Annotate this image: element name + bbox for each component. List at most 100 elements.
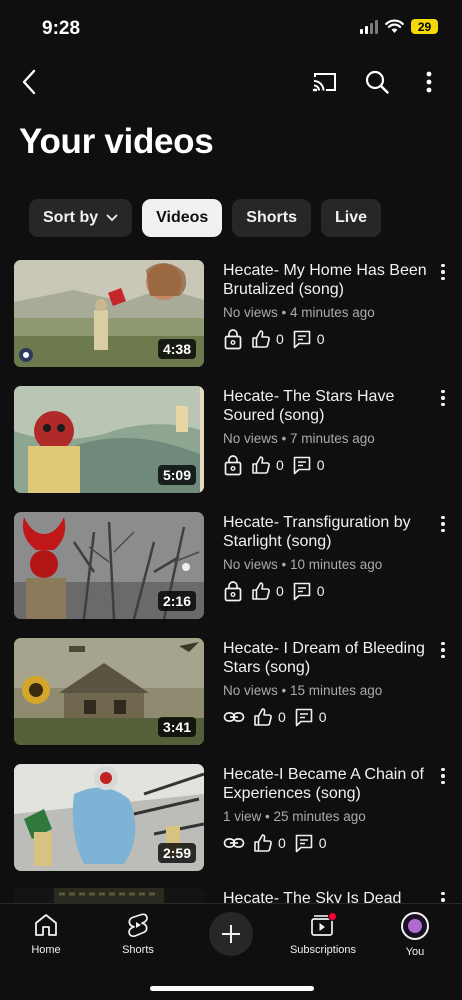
like-count-value: 0 — [278, 835, 286, 851]
app-bar — [0, 62, 462, 102]
shorts-chip[interactable]: Shorts — [232, 199, 311, 237]
link-icon — [223, 712, 245, 722]
like-count: 0 — [251, 455, 284, 475]
plus-icon — [222, 925, 240, 943]
like-count-value: 0 — [276, 331, 284, 347]
cast-icon — [312, 73, 336, 92]
video-duration: 5:09 — [157, 465, 196, 485]
video-thumbnail[interactable]: 3:41 — [14, 638, 204, 745]
video-stats: 0 0 — [223, 706, 327, 728]
shorts-icon — [128, 913, 148, 938]
video-more-button[interactable] — [434, 514, 452, 534]
nav-subscriptions[interactable]: Subscriptions — [278, 912, 368, 956]
like-count-value: 0 — [276, 457, 284, 473]
comment-count: 0 — [292, 455, 325, 475]
video-duration: 4:38 — [157, 339, 196, 359]
video-title[interactable]: Hecate- I Dream of Bleeding Stars (song) — [223, 639, 433, 677]
comment-count-value: 0 — [316, 457, 325, 473]
comment-count: 0 — [294, 833, 327, 853]
status-bar: 9:28 29 — [0, 0, 462, 58]
video-meta: No views • 15 minutes ago — [223, 683, 383, 698]
video-thumbnail[interactable]: 4:38 — [14, 260, 204, 367]
create-button[interactable] — [209, 912, 253, 956]
video-stats: 0 0 — [223, 832, 327, 854]
back-button[interactable] — [14, 62, 44, 102]
back-arrow-icon — [22, 69, 36, 95]
page-title: Your videos — [19, 122, 214, 161]
video-title[interactable]: Hecate- Transfiguration by Starlight (so… — [223, 513, 433, 551]
video-item[interactable]: 3:41 Hecate- I Dream of Bleeding Stars (… — [0, 638, 462, 746]
video-more-button[interactable] — [434, 388, 452, 408]
video-more-button[interactable] — [434, 640, 452, 660]
more-vertical-icon — [426, 71, 432, 93]
filter-chips: Sort by Videos Shorts Live — [29, 199, 381, 237]
videos-chip[interactable]: Videos — [142, 199, 223, 237]
video-duration: 2:59 — [157, 843, 196, 863]
video-duration: 3:41 — [157, 717, 196, 737]
video-thumbnail[interactable]: 2:16 — [14, 512, 204, 619]
video-thumbnail[interactable]: 2:59 — [14, 764, 204, 871]
like-count: 0 — [251, 581, 284, 601]
video-item[interactable]: 5:09 Hecate- The Stars Have Soured (song… — [0, 386, 462, 494]
battery-indicator: 29 — [411, 19, 438, 34]
bottom-navigation: Home Shorts Subscriptions You — [0, 903, 462, 1000]
video-meta: No views • 10 minutes ago — [223, 557, 383, 572]
video-item[interactable]: 2:16 Hecate- Transfiguration by Starligh… — [0, 512, 462, 620]
live-chip[interactable]: Live — [320, 199, 381, 237]
thumbs-up-icon — [254, 834, 272, 852]
home-icon — [35, 914, 57, 936]
video-title[interactable]: Hecate- The Stars Have Soured (song) — [223, 387, 433, 425]
comment-count-value: 0 — [318, 709, 327, 725]
video-stats: 0 0 — [223, 328, 325, 350]
comment-count-value: 0 — [316, 583, 325, 599]
like-count: 0 — [253, 833, 286, 853]
nav-you-label: You — [405, 946, 425, 958]
comment-icon — [293, 330, 311, 349]
video-meta: No views • 7 minutes ago — [223, 431, 375, 446]
link-icon — [223, 838, 245, 848]
like-count: 0 — [253, 707, 286, 727]
nav-shorts[interactable]: Shorts — [93, 912, 183, 956]
thumbs-up-icon — [252, 582, 270, 600]
video-meta: 1 view • 25 minutes ago — [223, 809, 366, 824]
video-item[interactable]: 4:38 Hecate- My Home Has Been Brutalized… — [0, 260, 462, 368]
sort-by-chip[interactable]: Sort by — [29, 199, 133, 237]
video-more-button[interactable] — [434, 262, 452, 282]
chip-label: Sort by — [43, 209, 99, 226]
comment-icon — [293, 582, 311, 601]
wifi-icon — [385, 19, 404, 33]
search-button[interactable] — [360, 62, 394, 102]
lock-icon — [224, 581, 242, 602]
comment-count: 0 — [294, 707, 327, 727]
video-title[interactable]: Hecate-I Became A Chain of Experiences (… — [223, 765, 433, 803]
search-icon — [365, 70, 389, 94]
avatar — [401, 912, 429, 940]
thumbs-up-icon — [254, 708, 272, 726]
like-count-value: 0 — [276, 583, 284, 599]
video-item[interactable]: 2:59 Hecate-I Became A Chain of Experien… — [0, 764, 462, 872]
nav-you[interactable]: You — [370, 912, 460, 958]
more-options-button[interactable] — [414, 62, 444, 102]
nav-home-label: Home — [31, 944, 61, 956]
like-count: 0 — [251, 329, 284, 349]
nav-home[interactable]: Home — [1, 912, 91, 956]
video-more-button[interactable] — [434, 766, 452, 786]
comment-icon — [293, 456, 311, 475]
nav-subscriptions-label: Subscriptions — [289, 944, 357, 956]
video-title[interactable]: Hecate- My Home Has Been Brutalized (son… — [223, 261, 433, 299]
video-stats: 0 0 — [223, 580, 325, 602]
comment-count-value: 0 — [318, 835, 327, 851]
notification-dot — [328, 912, 337, 921]
comment-count: 0 — [292, 581, 325, 601]
video-thumbnail[interactable]: 5:09 — [14, 386, 204, 493]
chip-label: Shorts — [246, 209, 297, 226]
chip-label: Videos — [156, 209, 209, 226]
comment-icon — [295, 834, 313, 853]
chevron-down-icon — [106, 214, 118, 222]
thumbs-up-icon — [252, 330, 270, 348]
video-stats: 0 0 — [223, 454, 325, 476]
status-icons: 29 — [360, 19, 438, 34]
cast-button[interactable] — [308, 62, 342, 102]
lock-icon — [224, 329, 242, 350]
subscriptions-icon — [309, 912, 337, 938]
